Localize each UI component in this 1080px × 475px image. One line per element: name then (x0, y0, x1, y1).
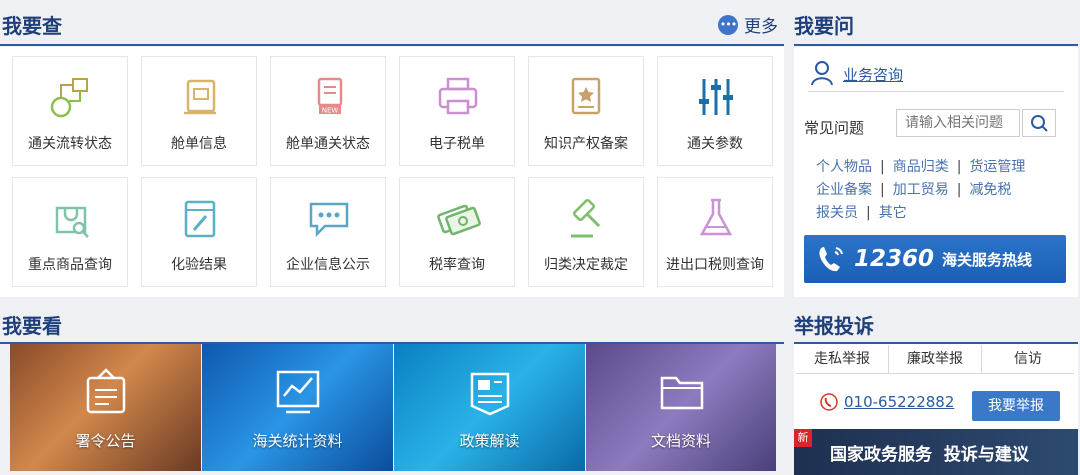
consult-link[interactable]: 业务咨询 (843, 64, 903, 85)
tile-label: 知识产权备案 (544, 136, 628, 152)
tile-label: 通关参数 (687, 136, 743, 152)
faq-search-input[interactable] (896, 109, 1020, 137)
tile-manifest-clearance[interactable]: NEW 舱单通关状态 (270, 56, 386, 166)
tile-label: 通关流转状态 (28, 136, 112, 152)
certificate-icon (571, 77, 601, 115)
card-label: 署令公告 (75, 432, 136, 450)
consult-divider (808, 91, 1064, 92)
card-label: 政策解读 (459, 432, 520, 450)
money-icon (437, 204, 481, 236)
more-label: 更多 (744, 17, 778, 37)
sliders-icon (699, 79, 733, 115)
chart-icon (276, 370, 320, 414)
tag-link[interactable]: 货运管理 (969, 159, 1025, 175)
tile-key-goods[interactable]: 重点商品查询 (12, 177, 128, 287)
consultant-icon (811, 61, 833, 86)
flask-icon (699, 198, 733, 236)
tile-tariff-query[interactable]: 进出口税则查询 (657, 177, 773, 287)
tile-label: 企业信息公示 (286, 257, 370, 273)
tile-ip-record[interactable]: 知识产权备案 (528, 56, 644, 166)
section-title-check: 我要查 (2, 14, 62, 38)
tag-link[interactable]: 报关员 (816, 205, 858, 221)
tile-clearance-status[interactable]: 通关流转状态 (12, 56, 128, 166)
hotline-banner[interactable]: 12360 海关服务热线 (804, 235, 1066, 283)
tag-link[interactable]: 减免税 (969, 182, 1011, 198)
section-title-report: 举报投诉 (794, 314, 874, 338)
tile-label: 舱单通关状态 (286, 136, 370, 152)
card-policy[interactable]: 政策解读 (394, 344, 585, 471)
tile-company-info[interactable]: 企业信息公示 (270, 177, 386, 287)
tile-e-tax-bill[interactable]: 电子税单 (399, 56, 515, 166)
notice-board-icon (86, 368, 126, 414)
report-tabs: 走私举报 廉政举报 信访 (796, 345, 1074, 374)
manifest-icon (184, 79, 216, 115)
tile-label: 税率查询 (429, 257, 485, 273)
section-title-ask: 我要问 (794, 14, 854, 38)
tab-smuggling[interactable]: 走私举报 (796, 345, 889, 373)
faq-tags-row-3: 报关员 | 其它 (816, 205, 907, 221)
tile-label: 化验结果 (171, 257, 227, 273)
more-link[interactable]: ••• 更多 (718, 12, 778, 37)
search-button[interactable] (1022, 109, 1056, 137)
tag-link[interactable]: 其它 (879, 205, 907, 221)
tag-link[interactable]: 企业备案 (816, 182, 872, 198)
gov-service-banner[interactable]: 新 国家政务服务 投诉与建议 (794, 429, 1078, 475)
phone-icon (820, 393, 838, 411)
tile-classification-ruling[interactable]: 归类决定裁定 (528, 177, 644, 287)
svg-text:NEW: NEW (322, 107, 339, 115)
faq-label: 常见问题 (804, 119, 865, 137)
ask-rule (794, 44, 1078, 46)
printer-icon (438, 77, 478, 115)
tile-label: 重点商品查询 (28, 257, 112, 273)
tag-link[interactable]: 加工贸易 (893, 182, 949, 198)
phone-icon (819, 247, 843, 272)
card-decrees[interactable]: 署令公告 (10, 344, 201, 471)
tile-lab-results[interactable]: 化验结果 (141, 177, 257, 287)
gavel-icon (571, 198, 601, 238)
report-phone[interactable]: 010-65222882 (844, 393, 954, 411)
tab-petition[interactable]: 信访 (982, 345, 1074, 373)
chat-bubble-icon (309, 202, 349, 238)
manifest-new-icon: NEW (317, 77, 343, 115)
tag-link[interactable]: 商品归类 (893, 159, 949, 175)
flow-status-icon (50, 78, 88, 118)
gov-banner-text: 国家政务服务 投诉与建议 (830, 445, 1029, 465)
check-rule (0, 44, 784, 46)
new-badge: 新 (794, 429, 812, 447)
tile-label: 进出口税则查询 (666, 257, 764, 273)
tile-manifest-info[interactable]: 舱单信息 (141, 56, 257, 166)
faq-tags-row-2: 企业备案 | 加工贸易 | 减免税 (816, 182, 1012, 198)
report-book-icon (184, 200, 216, 238)
search-icon (1031, 115, 1048, 132)
card-label: 海关统计资料 (252, 432, 343, 450)
tile-tax-rate[interactable]: 税率查询 (399, 177, 515, 287)
tag-link[interactable]: 个人物品 (816, 159, 872, 175)
card-statistics[interactable]: 海关统计资料 (202, 344, 393, 471)
tile-label: 电子税单 (429, 136, 485, 152)
hotline-text: 海关服务热线 (942, 250, 1033, 269)
folder-icon (660, 376, 704, 410)
tab-integrity[interactable]: 廉政举报 (889, 345, 982, 373)
policy-flag-icon (470, 372, 510, 416)
more-icon: ••• (718, 14, 738, 35)
tile-label: 归类决定裁定 (544, 257, 628, 273)
card-label: 文档资料 (650, 432, 711, 450)
report-button[interactable]: 我要举报 (972, 391, 1060, 421)
tile-label: 舱单信息 (171, 136, 227, 152)
hotline-number: 12360 (854, 246, 935, 272)
faq-tags-row-1: 个人物品 | 商品归类 | 货运管理 (816, 159, 1026, 175)
bag-search-icon (55, 206, 89, 238)
tile-clearance-params[interactable]: 通关参数 (657, 56, 773, 166)
section-title-see: 我要看 (2, 314, 62, 338)
card-documents[interactable]: 文档资料 (586, 344, 776, 471)
